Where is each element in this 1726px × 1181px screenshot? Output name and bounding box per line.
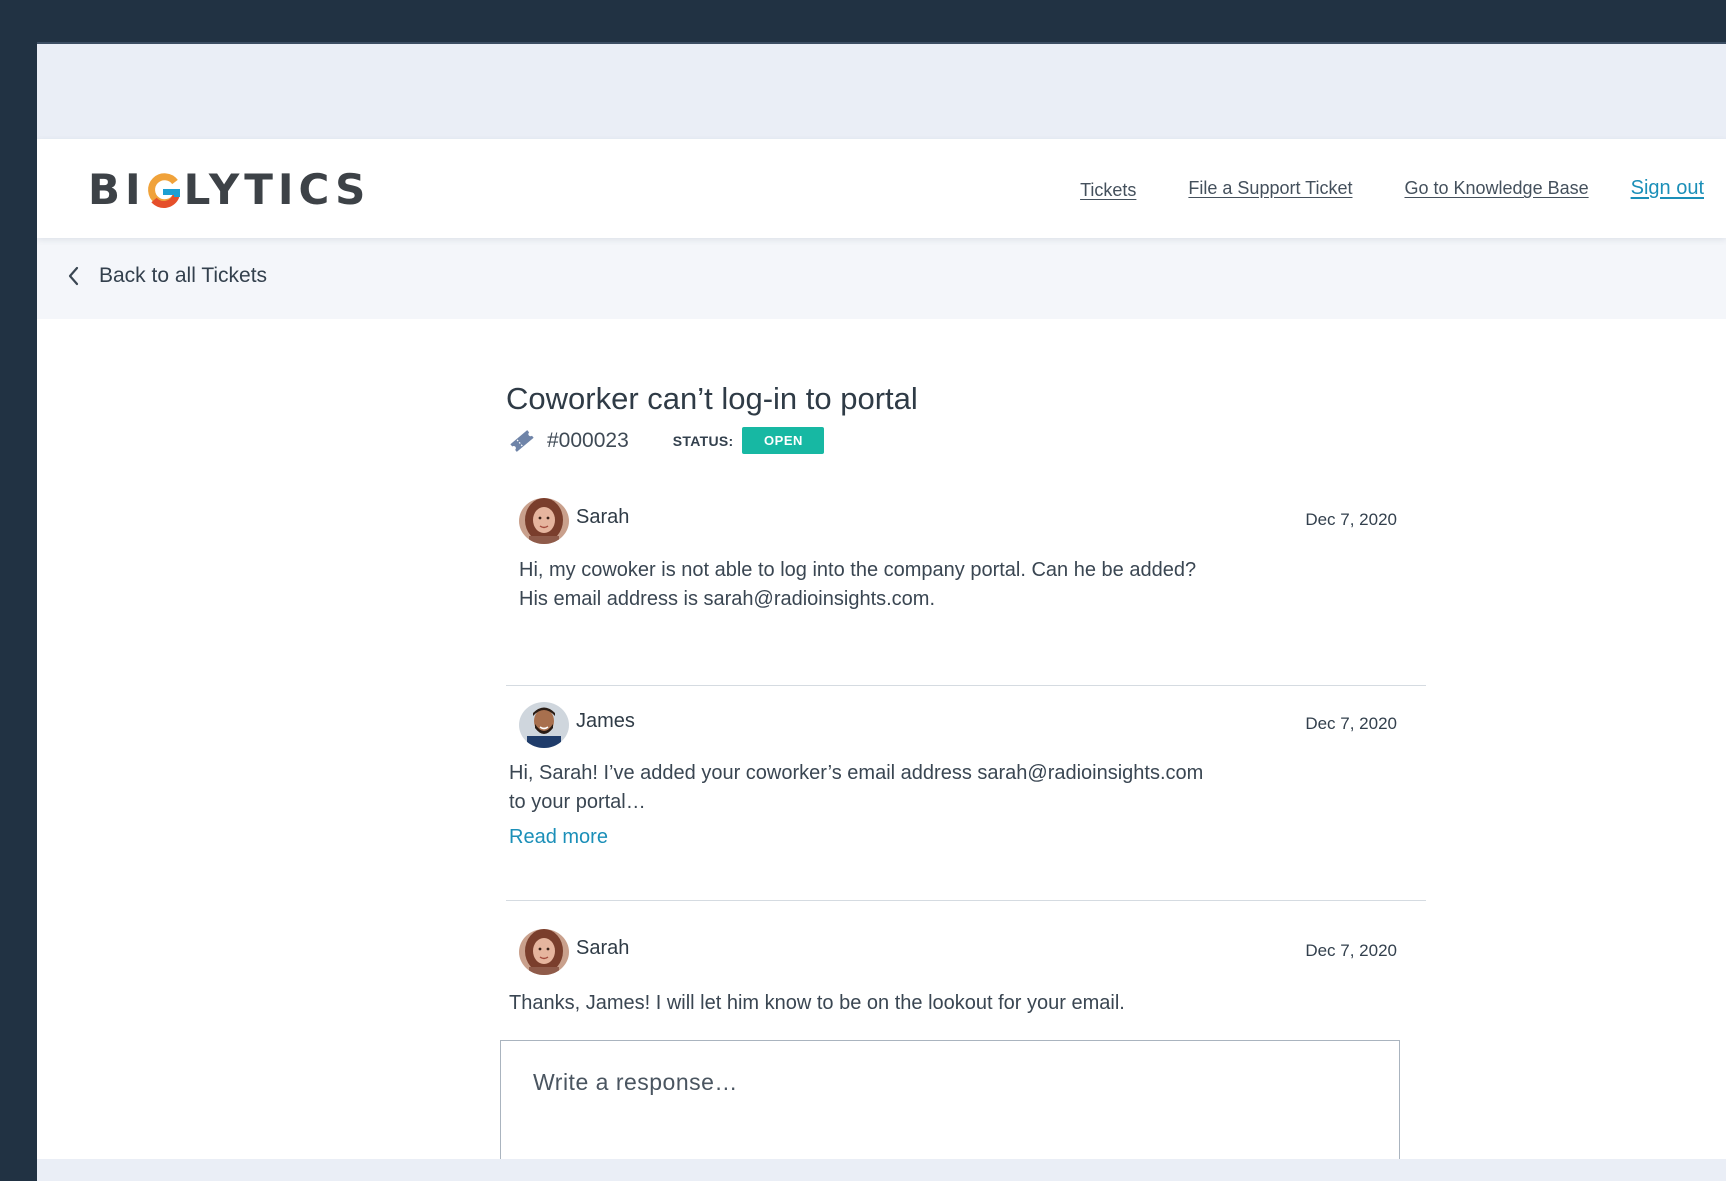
top-header: BI LYTICS Tickets File a Support Ticket … [37, 139, 1726, 238]
avatar [519, 498, 569, 544]
status-label: STATUS: [672, 432, 734, 449]
nav-link-file-support-ticket[interactable]: File a Support Ticket [1188, 178, 1352, 199]
message-body-line: Hi, my cowoker is not able to log into t… [519, 559, 1197, 581]
page-title: Coworker can’t log-in to portal [506, 381, 918, 416]
message-body: Thanks, James! I will let him know to be… [509, 989, 1125, 1018]
message-body-line: Thanks, James! I will let him know to be… [509, 992, 1125, 1014]
message-body-line: His email address is sarah@radioinsights… [519, 588, 936, 610]
nav-link-tickets[interactable]: Tickets [1080, 180, 1136, 201]
message-body-line: to your portal… [509, 791, 646, 813]
status-badge: OPEN [742, 427, 825, 454]
top-nav: Tickets File a Support Ticket Go to Know… [1080, 139, 1726, 238]
message-date: Dec 7, 2020 [1305, 510, 1397, 529]
message-item: Sarah Dec 7, 2020 Thanks, James! I will … [506, 929, 1428, 1039]
message-author: Sarah [576, 506, 630, 528]
message-author: Sarah [576, 937, 630, 959]
logo-text-start: BI [88, 165, 146, 214]
back-to-tickets-label: Back to all Tickets [99, 264, 268, 287]
read-more-link[interactable]: Read more [509, 826, 608, 849]
message-author: James [576, 710, 635, 732]
logo-g-mark-icon [146, 170, 180, 210]
message-item: James Dec 7, 2020 Hi, Sarah! I’ve added … [506, 702, 1428, 882]
message-body: Hi, my cowoker is not able to log into t… [519, 556, 1196, 614]
chevron-left-icon [67, 265, 81, 287]
message-date: Dec 7, 2020 [1305, 714, 1397, 733]
message-item: Sarah Dec 7, 2020 Hi, my cowoker is not … [506, 498, 1428, 638]
message-header: Sarah Dec 7, 2020 [519, 498, 1397, 544]
bottom-strip [37, 1159, 1726, 1181]
logo-text-end: LYTICS [183, 165, 371, 214]
nav-link-knowledge-base[interactable]: Go to Knowledge Base [1404, 178, 1588, 199]
message-date: Dec 7, 2020 [1305, 941, 1397, 960]
ticket-icon [508, 428, 536, 454]
message-body: Hi, Sarah! I’ve added your coworker’s em… [509, 759, 1203, 817]
breadcrumb-bar: Back to all Tickets [37, 238, 1726, 319]
sign-out-link[interactable]: Sign out [1631, 177, 1704, 200]
ticket-number: #000023 [547, 428, 629, 452]
brand-logo[interactable]: BI LYTICS [88, 165, 370, 214]
message-body-line: Hi, Sarah! I’ve added your coworker’s em… [509, 762, 1204, 784]
app-window: BI LYTICS Tickets File a Support Ticket … [37, 42, 1726, 1181]
message-divider [506, 685, 1426, 686]
avatar [519, 929, 569, 975]
back-to-tickets-link[interactable]: Back to all Tickets [67, 264, 267, 288]
message-header: Sarah Dec 7, 2020 [519, 929, 1397, 975]
avatar [519, 702, 569, 748]
message-header: James Dec 7, 2020 [519, 702, 1397, 748]
ticket-meta: #000023 STATUS: OPEN [508, 427, 825, 454]
message-divider [506, 900, 1426, 901]
